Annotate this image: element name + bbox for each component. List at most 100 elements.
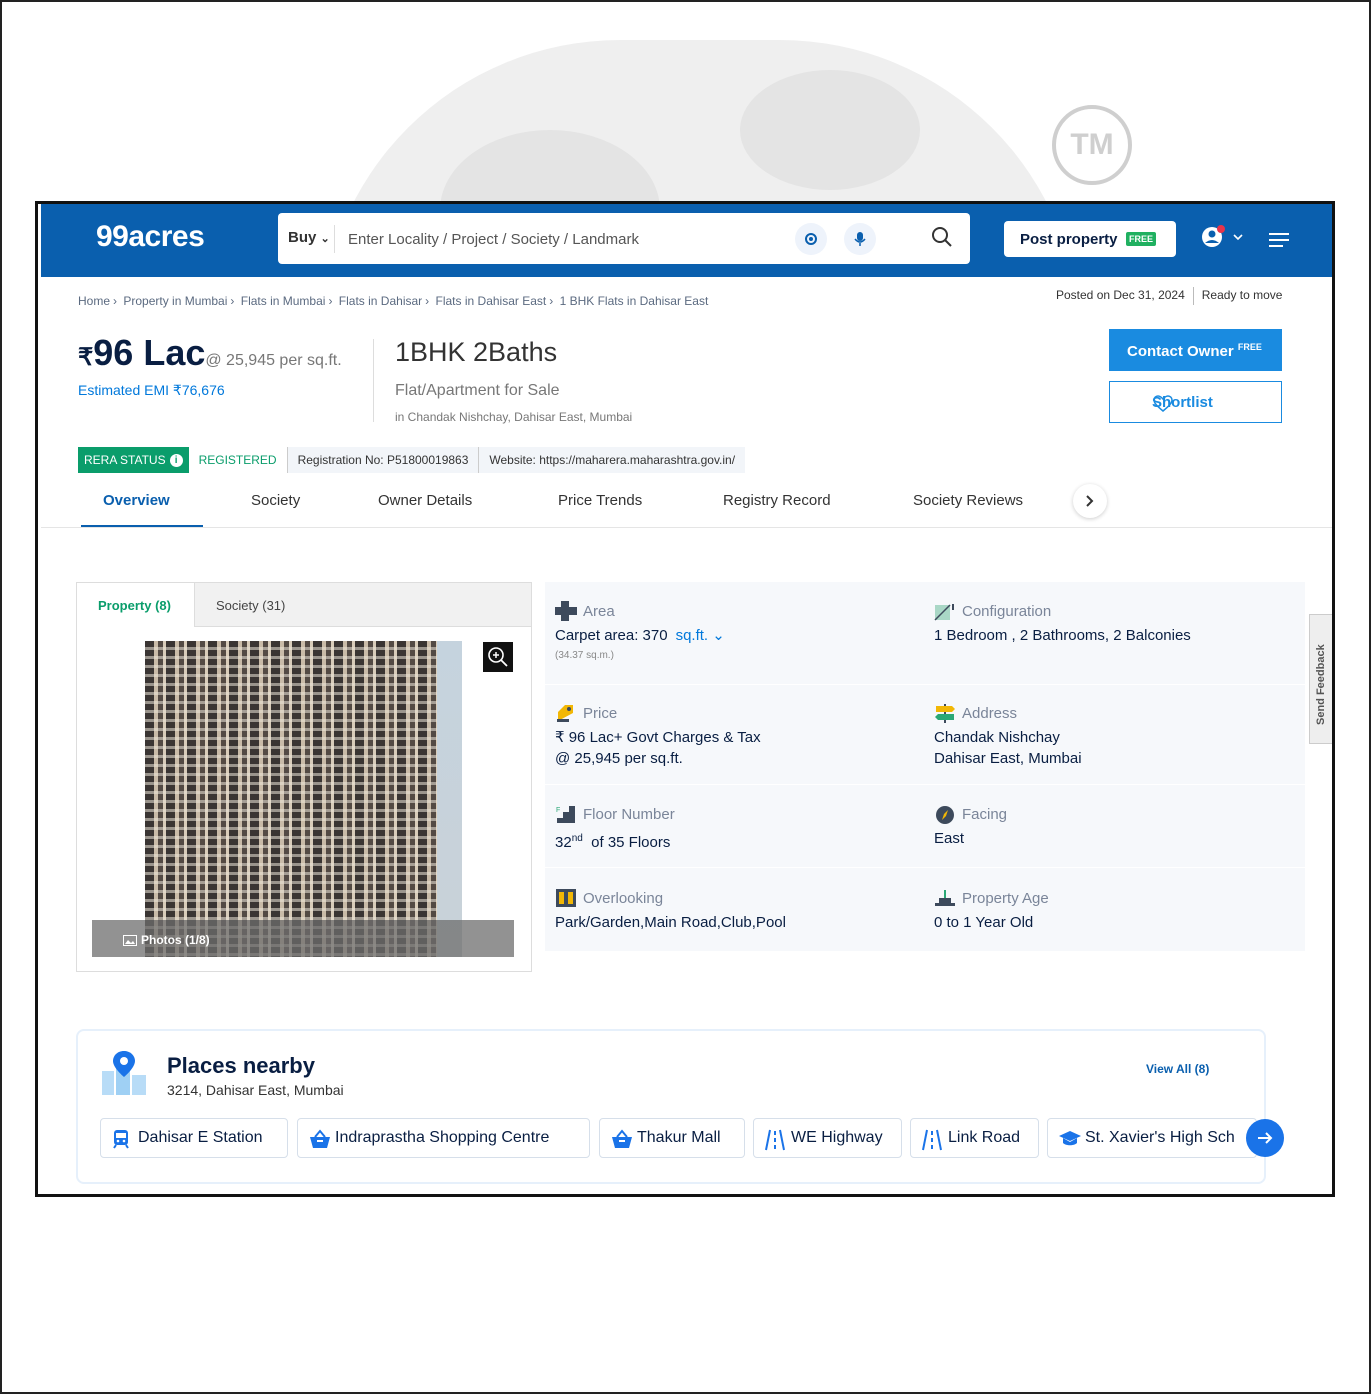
posted-info: Posted on Dec 31, 2024 Ready to move <box>1056 287 1282 305</box>
view-all-link[interactable]: View All (8) <box>1146 1062 1209 1076</box>
breadcrumb-item[interactable]: Flats in Dahisar <box>339 294 422 308</box>
compass-icon <box>936 806 954 824</box>
detail-price: Price ₹ 96 Lac+ Govt Charges & Tax @ 25,9… <box>555 703 925 769</box>
nearby-place-chip[interactable]: Link Road <box>910 1118 1039 1158</box>
detail-label: Area <box>583 602 615 620</box>
configuration-icon <box>934 604 954 621</box>
zoom-in-icon[interactable] <box>482 641 514 673</box>
buy-label: Buy <box>288 229 317 246</box>
nearby-place-label: St. Xavier's High Sch <box>1085 1129 1235 1146</box>
divider <box>545 784 1305 785</box>
breadcrumb-item[interactable]: 1 BHK Flats in Dahisar East <box>560 294 709 308</box>
gallery-tabs: Property (8) Society (31) <box>77 583 531 627</box>
buy-dropdown[interactable]: Buy ⌄ <box>288 229 330 246</box>
shortlist-button[interactable]: Shortlist <box>1109 381 1282 423</box>
divider <box>545 684 1305 685</box>
contact-owner-label: Contact Owner <box>1127 343 1234 360</box>
nearby-place-chip[interactable]: Thakur Mall <box>599 1118 745 1158</box>
send-feedback-tab[interactable]: Send Feedback <box>1309 614 1332 744</box>
rera-website[interactable]: Website: https://maharera.maharashtra.go… <box>478 447 746 473</box>
currency-symbol: ₹ <box>78 344 94 371</box>
search-icon[interactable] <box>930 225 954 249</box>
site-logo[interactable]: 99acres <box>96 220 205 254</box>
tab-overview[interactable]: Overview <box>103 492 170 509</box>
post-property-label: Post property <box>1020 231 1118 248</box>
hamburger-menu-icon[interactable] <box>1269 232 1291 248</box>
rera-status-badge[interactable]: RERA STATUS i <box>78 447 189 473</box>
search-input[interactable] <box>348 224 778 254</box>
estimated-emi-link[interactable]: Estimated EMI ₹76,676 <box>78 382 225 399</box>
image-icon <box>123 935 137 946</box>
detail-subvalue: (34.37 sq.m.) <box>555 650 614 661</box>
nearby-place-chip[interactable]: WE Highway <box>753 1118 902 1158</box>
search-box: Buy ⌄ <box>278 213 970 264</box>
detail-label: Address <box>962 704 1018 722</box>
road-icon <box>922 1129 942 1151</box>
location-icon[interactable] <box>795 223 827 255</box>
places-nearby-address: 3214, Dahisar East, Mumbai <box>167 1082 344 1098</box>
rera-status-label: RERA STATUS <box>84 453 166 467</box>
nearby-place-chip[interactable]: St. Xavier's High Sch <box>1047 1118 1257 1158</box>
overlooking-icon <box>556 889 576 907</box>
free-badge: FREE <box>1237 342 1262 352</box>
divider <box>334 225 335 253</box>
tab-price-trends[interactable]: Price Trends <box>558 492 642 509</box>
contact-owner-button[interactable]: Contact Owner FREE <box>1109 329 1282 371</box>
detail-property-age: Property Age 0 to 1 Year Old <box>934 888 1304 933</box>
unit-dropdown[interactable]: sq.ft. ⌄ <box>676 627 725 644</box>
breadcrumb-item[interactable]: Home <box>78 294 110 308</box>
road-icon <box>765 1129 785 1151</box>
post-property-button[interactable]: Post property FREE <box>1004 221 1176 257</box>
detail-value: East <box>934 830 965 847</box>
nearby-place-label: Link Road <box>948 1129 1021 1146</box>
tab-society-photos[interactable]: Society (31) <box>216 598 285 613</box>
breadcrumb-item[interactable]: Property in Mumbai <box>123 294 227 308</box>
nearby-place-label: WE Highway <box>791 1129 883 1146</box>
shopping-basket-icon <box>310 1129 330 1148</box>
top-navbar: 99acres Buy ⌄ Post property FREE <box>41 204 1332 277</box>
send-feedback-label: Send Feedback <box>1315 644 1327 725</box>
detail-address: Address Chandak Nishchay Dahisar East, Mu… <box>934 703 1304 769</box>
tab-society-reviews[interactable]: Society Reviews <box>913 492 1023 509</box>
trademark-watermark: TM <box>1052 105 1132 185</box>
tab-property-photos[interactable]: Property (8) <box>77 583 195 627</box>
places-nearby-title: Places nearby <box>167 1053 315 1078</box>
property-subtitle: Flat/Apartment for Sale <box>395 382 560 399</box>
breadcrumb-item[interactable]: Flats in Mumbai <box>241 294 326 308</box>
detail-value: @ 25,945 per sq.ft. <box>555 750 683 767</box>
nearby-place-chip[interactable]: Indraprastha Shopping Centre <box>297 1118 590 1158</box>
divider <box>41 527 1332 528</box>
tab-registry-record[interactable]: Registry Record <box>723 492 831 509</box>
detail-value: 0 to 1 Year Old <box>934 914 1034 931</box>
property-photo[interactable] <box>145 641 462 957</box>
shopping-basket-icon <box>612 1129 632 1148</box>
detail-area: Area Carpet area: 370 sq.ft. ⌄ (34.37 sq.… <box>555 601 925 661</box>
tab-owner-details[interactable]: Owner Details <box>378 492 472 509</box>
detail-value: Dahisar East, Mumbai <box>934 750 1082 767</box>
breadcrumb-separator: › <box>549 294 554 308</box>
breadcrumb-item[interactable]: Flats in Dahisar East <box>436 294 547 308</box>
breadcrumb: Home › Property in Mumbai › Flats in Mumba… <box>78 294 711 308</box>
photo-gallery: Property (8) Society (31) Photos (1/8) <box>76 582 532 972</box>
detail-facing: Facing East <box>934 804 1304 849</box>
svg-text:F: F <box>556 807 560 814</box>
floor-value: 32 <box>555 834 572 851</box>
info-icon[interactable]: i <box>169 453 183 467</box>
divider <box>373 339 374 422</box>
user-icon[interactable] <box>1201 223 1247 253</box>
chevron-right-icon[interactable] <box>1073 484 1107 518</box>
breadcrumb-separator: › <box>328 294 333 308</box>
photos-count-bar[interactable]: Photos (1/8) <box>92 920 514 957</box>
floor-icon: F <box>556 806 575 823</box>
microphone-icon[interactable] <box>844 223 876 255</box>
arrow-right-icon[interactable] <box>1246 1119 1284 1157</box>
tab-society[interactable]: Society <box>251 492 300 509</box>
floor-suffix: nd <box>571 833 583 844</box>
rera-registration-number: Registration No: P51800019863 <box>286 447 479 473</box>
detail-configuration: Configuration 1 Bedroom , 2 Bathrooms, 2… <box>934 601 1304 646</box>
divider <box>545 867 1305 868</box>
detail-value: ₹ 96 Lac+ Govt Charges & Tax <box>555 729 761 746</box>
property-location: in Chandak Nishchay, Dahisar East, Mumba… <box>395 410 633 424</box>
nearby-place-chip[interactable]: Dahisar E Station <box>100 1118 288 1158</box>
photos-count-label: Photos (1/8) <box>141 933 210 947</box>
